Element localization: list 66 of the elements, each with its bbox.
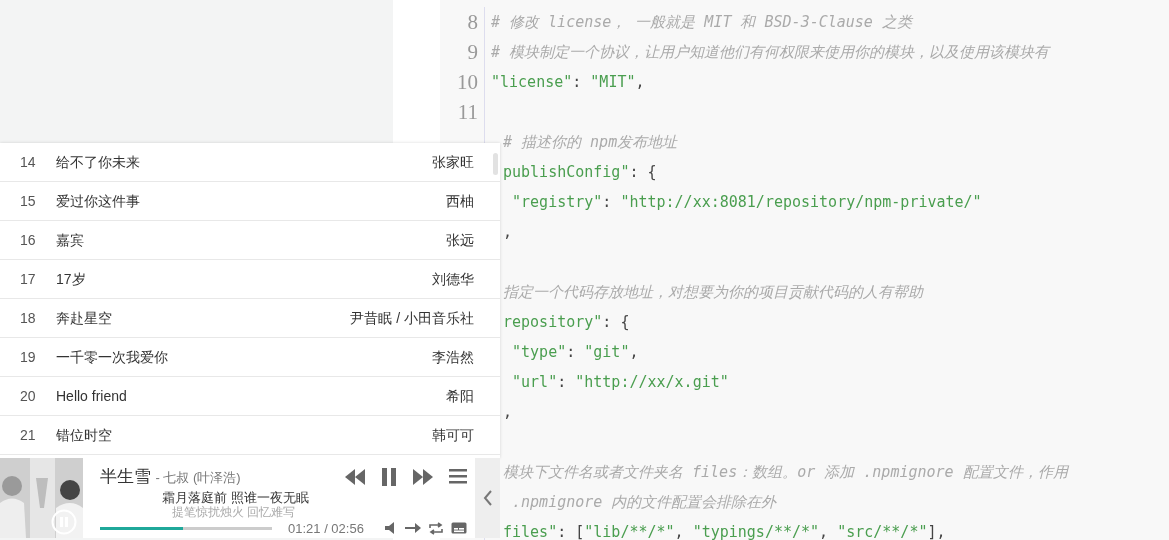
- playlist-row[interactable]: 16 嘉宾 张远: [0, 221, 500, 260]
- code-comment: # 描述你的 npm发布地址: [503, 133, 678, 151]
- playlist-row[interactable]: 18 奔赴星空 尹昔眠 / 小田音乐社: [0, 299, 500, 338]
- track-number: 19: [20, 347, 37, 367]
- song-title: 一千零一次我爱你: [56, 347, 169, 367]
- playlist-row[interactable]: 17 17岁 刘德华: [0, 260, 500, 299]
- playlist-row[interactable]: 15 爱过你这件事 西柚: [0, 182, 500, 221]
- code-line: files": ["lib/**/*", "typings/**/*", "src/**/*"],: [503, 523, 946, 540]
- line-number: 8: [467, 10, 478, 34]
- lyric-line: 提笔惊扰烛火 回忆难写: [171, 504, 297, 519]
- scrollbar-thumb[interactable]: [493, 153, 498, 175]
- line-number: 10: [457, 70, 478, 94]
- progress-bar[interactable]: [100, 526, 272, 530]
- code-comment: # 模块制定一个协议，让用户知道他们有何权限来使用你的模块，以及使用该模块有: [491, 43, 1050, 61]
- track-number: 18: [20, 308, 37, 328]
- track-number: 17: [20, 269, 37, 289]
- arrow-right-icon[interactable]: [405, 522, 421, 535]
- code-comment: 指定一个代码存放地址，对想要为你的项目贡献代码的人有帮助: [503, 283, 923, 301]
- line-number: 11: [457, 100, 478, 124]
- song-artist: 西柚: [446, 191, 474, 211]
- song-artist: 张家旺: [432, 152, 474, 172]
- track-number: 16: [20, 230, 37, 250]
- song-title: 奔赴星空: [56, 308, 113, 328]
- song-artist: 李浩然: [432, 347, 474, 367]
- song-title: 半生雪: [100, 467, 151, 486]
- code-comment: .npmignore 内的文件配置会排除在外: [511, 493, 777, 511]
- code-line: repository": {: [503, 313, 630, 331]
- song-artist: 希阳: [446, 386, 474, 406]
- song-title: 给不了你未来: [56, 152, 141, 172]
- fast-forward-icon[interactable]: [413, 468, 433, 485]
- track-number: 14: [20, 152, 37, 172]
- song-title: 嘉宾: [56, 230, 85, 250]
- code-line: ,: [503, 403, 513, 421]
- song-artist: 韩可可: [432, 425, 474, 445]
- song-title: 爱过你这件事: [56, 191, 141, 211]
- song-artist: 刘德华: [432, 269, 474, 289]
- loop-icon[interactable]: [429, 521, 443, 535]
- lyric-line: 霜月落庭前 照谁一夜无眠: [161, 489, 310, 505]
- code-line: "registry": "http://xx:8081/repository/npm-private/": [511, 193, 982, 211]
- line-number: 9: [467, 40, 478, 64]
- subtitles-icon[interactable]: [451, 522, 467, 535]
- playlist-row[interactable]: 21 错位时空 韩可可: [0, 416, 500, 455]
- code-line: "type": "git",: [511, 343, 639, 361]
- code-comment: 模块下文件名或者文件夹名 files：数组。or 添加 .npmignore 配置文件，作用: [503, 463, 1068, 481]
- menu-icon[interactable]: [449, 469, 467, 485]
- time-display: 01:21 / 02:56: [288, 519, 364, 538]
- rewind-icon[interactable]: [345, 468, 365, 485]
- pause-icon[interactable]: [381, 467, 397, 486]
- song-title: 17岁: [56, 269, 87, 289]
- chevron-left-icon: [482, 490, 493, 506]
- code-line: "license": "MIT",: [491, 73, 645, 91]
- code-line: publishConfig": {: [503, 163, 657, 181]
- volume-icon[interactable]: [385, 522, 397, 535]
- song-artist: 尹昔眠 / 小田音乐社: [350, 308, 474, 328]
- playlist-row[interactable]: 20 Hello friend 希阳: [0, 377, 500, 416]
- code-line: ,: [503, 223, 513, 241]
- song-title: 错位时空: [56, 425, 113, 445]
- code-line: "url": "http://xx/x.git": [511, 373, 729, 391]
- song-title: Hello friend: [56, 386, 128, 406]
- track-number: 21: [20, 425, 37, 445]
- code-comment: # 修改 license， 一般就是 MIT 和 BSD-3-Clause 之类: [491, 13, 912, 31]
- song-artist: - 七叔 (叶泽浩): [155, 470, 241, 485]
- playlist-row[interactable]: 19 一千零一次我爱你 李浩然: [0, 338, 500, 377]
- track-number: 15: [20, 191, 37, 211]
- song-artist: 张远: [446, 230, 474, 250]
- track-number: 20: [20, 386, 37, 406]
